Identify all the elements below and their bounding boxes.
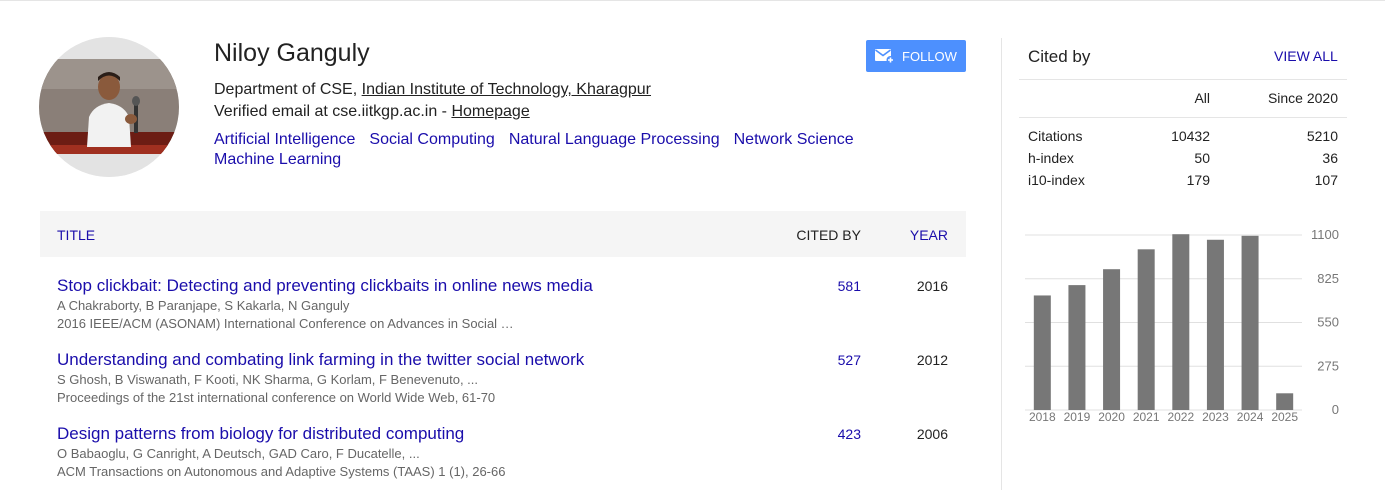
article-venue: Proceedings of the 21st international co… — [57, 390, 496, 405]
bar — [1276, 393, 1294, 410]
article-title-link[interactable]: Stop clickbait: Detecting and preventing… — [57, 276, 593, 296]
stat-since: 36 — [1322, 150, 1338, 166]
verified-email: Verified email at cse.iitkgp.ac.in - Hom… — [214, 103, 530, 121]
x-tick-label: 2018 — [1029, 410, 1056, 424]
x-tick-label: 2023 — [1202, 410, 1229, 424]
homepage-link[interactable]: Homepage — [451, 103, 529, 120]
article-authors: A Chakraborty, B Paranjape, S Kakarla, N… — [57, 298, 350, 313]
article-year: 2006 — [916, 426, 948, 442]
y-tick-label: 1100 — [1311, 227, 1339, 242]
stat-all: 179 — [1186, 172, 1210, 188]
stat-all: 50 — [1194, 150, 1210, 166]
bar — [1206, 239, 1224, 410]
article-venue: 2016 IEEE/ACM (ASONAM) International Con… — [57, 316, 514, 331]
table-row: Understanding and combating link farming… — [40, 350, 966, 420]
citations-bar-chart: 1100 825 550 275 0 2018 2019 2020 2021 2022 2023 20… — [1025, 227, 1339, 424]
article-year: 2016 — [916, 278, 948, 294]
avatar — [39, 37, 179, 177]
y-tick-label: 550 — [1317, 315, 1339, 330]
bar — [1068, 285, 1086, 410]
col-all-header: All — [1194, 90, 1210, 106]
profile-name: Niloy Ganguly — [214, 39, 370, 67]
stat-since: 107 — [1314, 172, 1338, 188]
article-authors: O Babaoglu, G Canright, A Deutsch, GAD C… — [57, 446, 420, 461]
affiliation-prefix: Department of CSE, — [214, 81, 362, 98]
y-tick-label: 825 — [1317, 271, 1339, 286]
top-divider — [0, 0, 1385, 1]
stat-label: Citations — [1028, 128, 1083, 144]
citations-chart: 1100 825 550 275 0 2018 2019 2020 2021 2022 2023 20… — [1019, 225, 1349, 430]
article-title-link[interactable]: Design patterns from biology for distrib… — [57, 424, 464, 444]
stat-since: 5210 — [1306, 128, 1338, 144]
sort-by-year[interactable]: YEAR — [910, 227, 948, 243]
divider — [1019, 117, 1347, 118]
interest-link[interactable]: Social Computing — [369, 131, 494, 148]
research-interests: Artificial Intelligence Social Computing N… — [214, 130, 914, 170]
bar — [1103, 269, 1121, 410]
x-tick-label: 2019 — [1064, 410, 1091, 424]
cited-by-title: Cited by — [1028, 47, 1091, 66]
bar — [1033, 295, 1051, 410]
cited-by-count[interactable]: 527 — [838, 352, 861, 368]
cited-by-count[interactable]: 581 — [838, 278, 861, 294]
interest-link[interactable]: Natural Language Processing — [509, 131, 720, 148]
bar — [1172, 234, 1190, 410]
articles-table-header: TITLE CITED BY YEAR — [40, 211, 966, 257]
stat-row-citations: Citations 10432 5210 — [1028, 128, 1338, 148]
stat-all: 10432 — [1171, 128, 1210, 144]
y-tick-label: 275 — [1317, 358, 1339, 373]
x-tick-label: 2020 — [1098, 410, 1125, 424]
sort-by-cited[interactable]: CITED BY — [796, 227, 861, 243]
y-tick-label: 0 — [1332, 402, 1339, 417]
article-year: 2012 — [916, 352, 948, 368]
table-row: Stop clickbait: Detecting and preventing… — [40, 276, 966, 346]
x-tick-label: 2025 — [1271, 410, 1298, 424]
table-row: Design patterns from biology for distrib… — [40, 424, 966, 490]
article-authors: S Ghosh, B Viswanath, F Kooti, NK Sharma… — [57, 372, 479, 387]
article-venue: ACM Transactions on Autonomous and Adapt… — [57, 464, 506, 479]
view-all-link[interactable]: VIEW ALL — [1274, 48, 1338, 64]
bar — [1137, 249, 1155, 410]
stat-row-h-index: h-index 50 36 — [1028, 150, 1338, 170]
x-tick-label: 2024 — [1237, 410, 1264, 424]
x-tick-label: 2021 — [1133, 410, 1160, 424]
col-since-header: Since 2020 — [1267, 90, 1338, 106]
stat-row-i10-index: i10-index 179 107 — [1028, 172, 1338, 192]
cited-by-count[interactable]: 423 — [838, 426, 861, 442]
x-tick-label: 2022 — [1167, 410, 1194, 424]
email-text: Verified email at cse.iitkgp.ac.in - — [214, 103, 452, 120]
affiliation-link[interactable]: Indian Institute of Technology, Kharagpu… — [362, 81, 651, 98]
interest-link[interactable]: Artificial Intelligence — [214, 131, 355, 148]
divider — [1019, 79, 1347, 80]
interest-link[interactable]: Machine Learning — [214, 151, 341, 168]
stat-label: i10-index — [1028, 172, 1085, 188]
panel-divider — [1001, 38, 1002, 490]
sort-by-title[interactable]: TITLE — [57, 227, 95, 243]
stat-label: h-index — [1028, 150, 1074, 166]
article-title-link[interactable]: Understanding and combating link farming… — [57, 350, 584, 370]
bar — [1241, 235, 1259, 410]
follow-label: FOLLOW — [902, 48, 957, 64]
affiliation: Department of CSE, Indian Institute of T… — [214, 81, 651, 99]
mail-plus-icon — [875, 49, 895, 64]
follow-button[interactable]: FOLLOW — [866, 40, 966, 72]
interest-link[interactable]: Network Science — [734, 131, 854, 148]
